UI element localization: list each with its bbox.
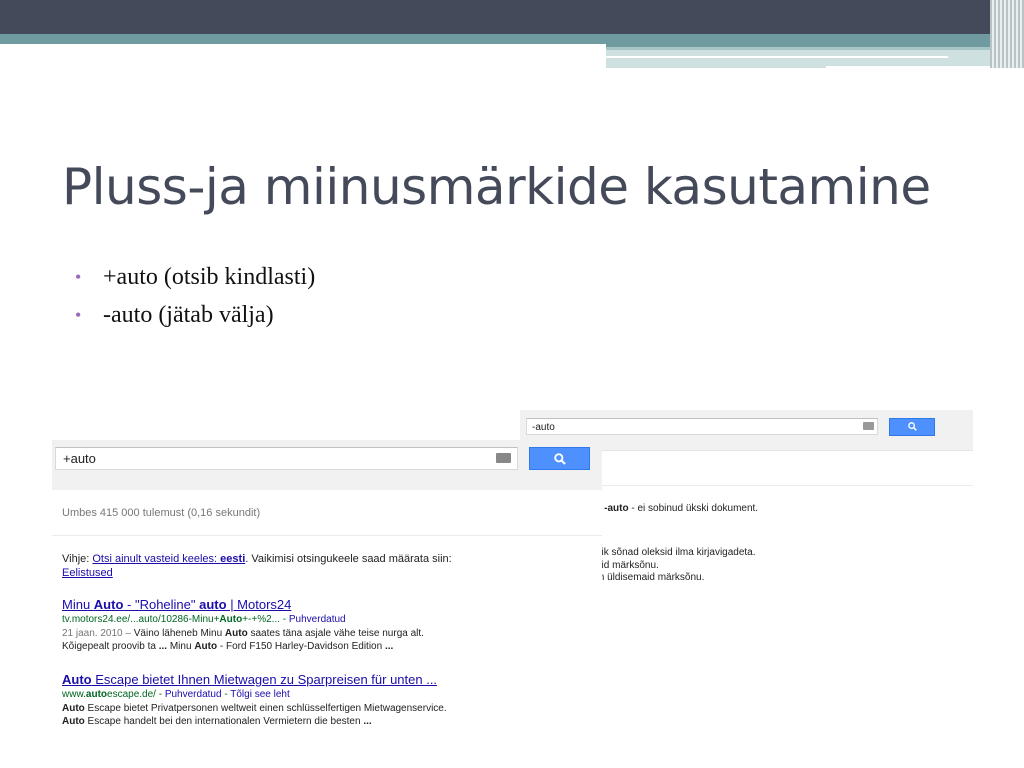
result-snippet: Auto Escape handelt bei den internationa…	[62, 715, 582, 728]
hint-prefix: Vihje:	[62, 553, 93, 565]
title-part: Minu	[62, 597, 94, 612]
suggestion-line: m üldisemaid märksõnu.	[596, 572, 705, 583]
result-snippet: Kõigepealt proovib ta ... Minu Auto - Fo…	[62, 640, 582, 653]
search-icon	[553, 452, 566, 465]
snippet-part: Minu	[167, 641, 195, 652]
translate-link[interactable]: Tõlgi see leht	[230, 689, 289, 700]
result-url: tv.motors24.ee/...auto/10286-Minu+Auto+-…	[62, 613, 582, 627]
slide-title: Pluss-ja miinusmärkide kasutamine	[62, 158, 931, 216]
snippet-part: saates täna asjale vähe teise nurga alt.	[247, 628, 424, 639]
result-stats: Umbes 415 000 tulemust (0,16 sekundit)	[62, 507, 261, 519]
snippet-highlight: Auto	[224, 628, 248, 639]
search-input[interactable]: -auto	[526, 418, 878, 435]
snippet-part: Kõigepealt proovib ta	[62, 641, 159, 652]
search-icon	[908, 422, 917, 431]
snippet-part: Escape bietet Privatpersonen weltweit ei…	[84, 703, 447, 714]
bullet-item: • +auto (otsib kindlasti)	[75, 258, 315, 296]
no-results-suffix: - ei sobinud ükski dokument.	[628, 503, 759, 514]
search-button[interactable]	[889, 418, 935, 436]
search-result: Minu Auto - "Roheline" auto | Motors24 t…	[62, 597, 582, 653]
search-result: Auto Escape bietet Ihnen Mietwagen zu Sp…	[62, 672, 582, 728]
result-title-link[interactable]: Minu Auto - "Roheline" auto | Motors24	[62, 597, 582, 613]
title-highlight: Auto	[62, 672, 92, 687]
bullet-text: +auto (otsib kindlasti)	[103, 264, 316, 290]
suggestion-line: õik sõnad oleksid ilma kirjavigadeta.	[596, 547, 756, 558]
bullet-marker: •	[75, 305, 82, 325]
url-part: tv.motors24.ee/...auto/10286-Minu+	[62, 614, 220, 625]
title-part: Escape bietet Ihnen Mietwagen zu Sparpre…	[91, 672, 438, 687]
preferences-link[interactable]: Eelistused	[62, 567, 113, 579]
language-hint: Vihje: Otsi ainult vasteid keeles: eesti…	[62, 552, 462, 580]
url-highlight: auto	[85, 689, 108, 700]
result-title-link[interactable]: Auto Escape bietet Ihnen Mietwagen zu Sp…	[62, 672, 582, 688]
bullet-item: • -auto (jätab välja)	[75, 296, 315, 334]
keyboard-icon[interactable]	[863, 422, 874, 430]
bullet-marker: •	[75, 267, 82, 287]
language-filter-link[interactable]: Otsi ainult vasteid keeles: eesti	[92, 553, 245, 565]
title-part: - "Roheline"	[123, 597, 200, 612]
top-white-cut	[0, 44, 606, 74]
language-name: eesti	[220, 553, 246, 565]
result-url: www.autoescape.de/ - Puhverdatud - Tõlgi…	[62, 688, 582, 702]
suggestion-line: aid märksõnu.	[596, 560, 659, 571]
cached-link[interactable]: Puhverdatud	[289, 614, 346, 625]
keyboard-icon[interactable]	[496, 453, 511, 463]
no-results-message: - -auto - ei sobinud ükski dokument.	[598, 503, 758, 514]
search-input[interactable]: +auto	[55, 447, 518, 470]
url-part: escape.de/ -	[107, 689, 165, 700]
url-part: www.	[62, 689, 86, 700]
snippet-highlight: Auto	[194, 641, 218, 652]
url-separator: -	[221, 689, 231, 700]
snippet-highlight: ...	[384, 641, 394, 652]
result-date: 21 jaan. 2010 –	[62, 628, 134, 639]
snippet-part: - Ford F150 Harley-Davidson Edition	[217, 641, 385, 652]
url-part: +-+%2... -	[242, 614, 289, 625]
divider	[52, 535, 602, 536]
hint-suffix: . Vaikimisi otsingukeele saad määrata si…	[245, 553, 452, 565]
snippet-highlight: ...	[363, 716, 372, 727]
top-banner	[0, 0, 1024, 34]
snippet-highlight: ...	[158, 641, 168, 652]
search-button[interactable]	[529, 447, 590, 470]
title-highlight: Auto	[93, 597, 124, 612]
top-thin-line	[606, 56, 948, 58]
cached-link[interactable]: Puhverdatud	[165, 689, 222, 700]
result-snippet: 21 jaan. 2010 – Väino läheneb Minu Auto …	[62, 627, 582, 640]
screenshot-plus-search: +auto Umbes 415 000 tulemust (0,16 sekun…	[52, 440, 602, 732]
bullet-text: -auto (jätab välja)	[103, 302, 274, 328]
title-part: | Motors24	[226, 597, 292, 612]
snippet-part: Escape handelt bei den internationalen V…	[84, 716, 364, 727]
snippet-highlight: Auto	[62, 716, 85, 727]
result-snippet: Auto Escape bietet Privatpersonen weltwe…	[62, 702, 582, 715]
search-bar: +auto	[52, 440, 602, 490]
title-highlight: auto	[199, 597, 227, 612]
corner-stripes	[990, 0, 1024, 68]
bullet-list: • +auto (otsib kindlasti) • -auto (jätab…	[75, 258, 315, 334]
snippet-highlight: Auto	[62, 703, 85, 714]
snippet-part: Väino läheneb Minu	[133, 628, 225, 639]
query-term: -auto	[604, 503, 629, 514]
language-filter-text: Otsi ainult vasteid keeles:	[92, 553, 221, 565]
url-highlight: Auto	[219, 614, 243, 625]
top-thin-line-2	[826, 66, 996, 68]
